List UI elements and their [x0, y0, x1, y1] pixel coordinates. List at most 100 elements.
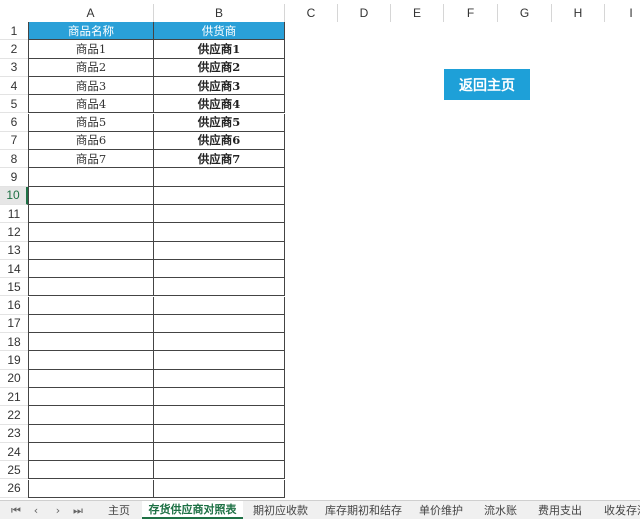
- sheet-tab[interactable]: 流水账: [473, 501, 528, 519]
- row-header-15[interactable]: 15: [0, 278, 28, 297]
- product-cell[interactable]: 商品3: [28, 76, 154, 96]
- product-cell[interactable]: 商品4: [28, 95, 154, 114]
- supplier-cell[interactable]: 供应商4: [154, 95, 285, 114]
- empty-cell[interactable]: [28, 223, 154, 242]
- empty-cell[interactable]: [154, 479, 285, 498]
- row-header-16[interactable]: 16: [0, 296, 28, 315]
- row-header-8[interactable]: 8: [0, 150, 28, 169]
- empty-cell[interactable]: [28, 278, 154, 297]
- empty-cell[interactable]: [28, 369, 154, 388]
- return-home-button[interactable]: 返回主页: [444, 69, 530, 100]
- row-header-4[interactable]: 4: [0, 76, 28, 96]
- first-sheet-icon[interactable]: ⏮: [8, 503, 24, 518]
- row-header-12[interactable]: 12: [0, 223, 28, 242]
- supplier-cell[interactable]: 供应商7: [154, 150, 285, 169]
- empty-cell[interactable]: [154, 259, 285, 279]
- empty-cell[interactable]: [28, 296, 154, 315]
- row-header-21[interactable]: 21: [0, 388, 28, 407]
- empty-cell[interactable]: [28, 168, 154, 187]
- sheet-tab[interactable]: 期初应收款: [243, 501, 318, 519]
- empty-cell[interactable]: [154, 406, 285, 425]
- row-header-22[interactable]: 22: [0, 406, 28, 425]
- row-header-5[interactable]: 5: [0, 95, 28, 114]
- row-header-7[interactable]: 7: [0, 131, 28, 151]
- empty-cell[interactable]: [154, 168, 285, 187]
- empty-cell[interactable]: [28, 186, 154, 205]
- empty-cell[interactable]: [28, 424, 154, 443]
- row-header-6[interactable]: 6: [0, 113, 28, 132]
- column-header-g[interactable]: G: [498, 4, 552, 22]
- row-header-10[interactable]: 10: [0, 186, 28, 205]
- product-cell[interactable]: 商品1: [28, 40, 154, 59]
- column-header-e[interactable]: E: [391, 4, 444, 22]
- row-header-26[interactable]: 26: [0, 479, 28, 498]
- empty-cell[interactable]: [28, 406, 154, 425]
- column-header-f[interactable]: F: [444, 4, 498, 22]
- sheet-tab[interactable]: 收发存汇: [592, 501, 640, 519]
- empty-cell[interactable]: [28, 351, 154, 370]
- column-header-c[interactable]: C: [285, 4, 338, 22]
- row-header-17[interactable]: 17: [0, 314, 28, 334]
- row-header-23[interactable]: 23: [0, 424, 28, 443]
- empty-cell[interactable]: [28, 479, 154, 498]
- empty-cell[interactable]: [28, 333, 154, 352]
- next-sheet-icon[interactable]: ›: [50, 503, 66, 518]
- row-header-2[interactable]: 2: [0, 40, 28, 59]
- supplier-cell[interactable]: 供应商1: [154, 40, 285, 59]
- row-header-14[interactable]: 14: [0, 259, 28, 279]
- column-header-h[interactable]: H: [552, 4, 605, 22]
- product-cell[interactable]: 商品7: [28, 150, 154, 169]
- empty-cell[interactable]: [28, 461, 154, 480]
- prev-sheet-icon[interactable]: ‹: [28, 503, 44, 518]
- sheet-tab[interactable]: 费用支出: [528, 501, 592, 519]
- empty-cell[interactable]: [154, 241, 285, 260]
- empty-cell[interactable]: [28, 205, 154, 224]
- row-header-20[interactable]: 20: [0, 369, 28, 388]
- product-cell[interactable]: 商品5: [28, 113, 154, 132]
- row-header-3[interactable]: 3: [0, 58, 28, 77]
- empty-cell[interactable]: [154, 296, 285, 315]
- sheet-tab[interactable]: 单价维护: [409, 501, 473, 519]
- empty-cell[interactable]: [154, 461, 285, 480]
- empty-cell[interactable]: [154, 205, 285, 224]
- sheet-tab[interactable]: 存货供应商对照表: [142, 501, 243, 519]
- empty-cell[interactable]: [154, 351, 285, 370]
- empty-cell[interactable]: [154, 369, 285, 388]
- empty-cell[interactable]: [154, 186, 285, 205]
- empty-cell[interactable]: [154, 314, 285, 334]
- row-header-18[interactable]: 18: [0, 333, 28, 352]
- empty-cell[interactable]: [28, 314, 154, 334]
- empty-cell[interactable]: [28, 259, 154, 279]
- empty-cell[interactable]: [154, 442, 285, 462]
- product-cell[interactable]: 商品6: [28, 131, 154, 151]
- row-header-13[interactable]: 13: [0, 241, 28, 260]
- empty-cell[interactable]: [28, 388, 154, 407]
- row-header-1[interactable]: 1: [0, 22, 28, 41]
- supplier-cell[interactable]: 供应商6: [154, 131, 285, 151]
- column-header-i[interactable]: I: [605, 4, 640, 22]
- supplier-cell[interactable]: 供应商2: [154, 58, 285, 77]
- empty-cell[interactable]: [28, 241, 154, 260]
- empty-cell[interactable]: [154, 424, 285, 443]
- row-header-9[interactable]: 9: [0, 168, 28, 187]
- row-header-11[interactable]: 11: [0, 205, 28, 224]
- column-header-b[interactable]: B: [154, 4, 285, 22]
- product-cell[interactable]: 商品2: [28, 58, 154, 77]
- last-sheet-icon[interactable]: ⏭: [70, 503, 86, 518]
- supplier-cell[interactable]: 供应商5: [154, 113, 285, 132]
- empty-cell[interactable]: [154, 223, 285, 242]
- supplier-cell[interactable]: 供应商3: [154, 76, 285, 96]
- sheet-tab[interactable]: 库存期初和结存: [318, 501, 409, 519]
- empty-cell[interactable]: [28, 442, 154, 462]
- empty-cell[interactable]: [154, 278, 285, 297]
- empty-cell[interactable]: [154, 388, 285, 407]
- row-header-25[interactable]: 25: [0, 461, 28, 480]
- sheet-tab[interactable]: 主页: [96, 501, 142, 519]
- row-header-19[interactable]: 19: [0, 351, 28, 370]
- column-header-d[interactable]: D: [338, 4, 391, 22]
- empty-cell[interactable]: [154, 333, 285, 352]
- header-product-name[interactable]: 商品名称: [28, 22, 154, 41]
- header-supplier[interactable]: 供货商: [154, 22, 285, 41]
- column-header-a[interactable]: A: [28, 4, 154, 22]
- row-header-24[interactable]: 24: [0, 442, 28, 462]
